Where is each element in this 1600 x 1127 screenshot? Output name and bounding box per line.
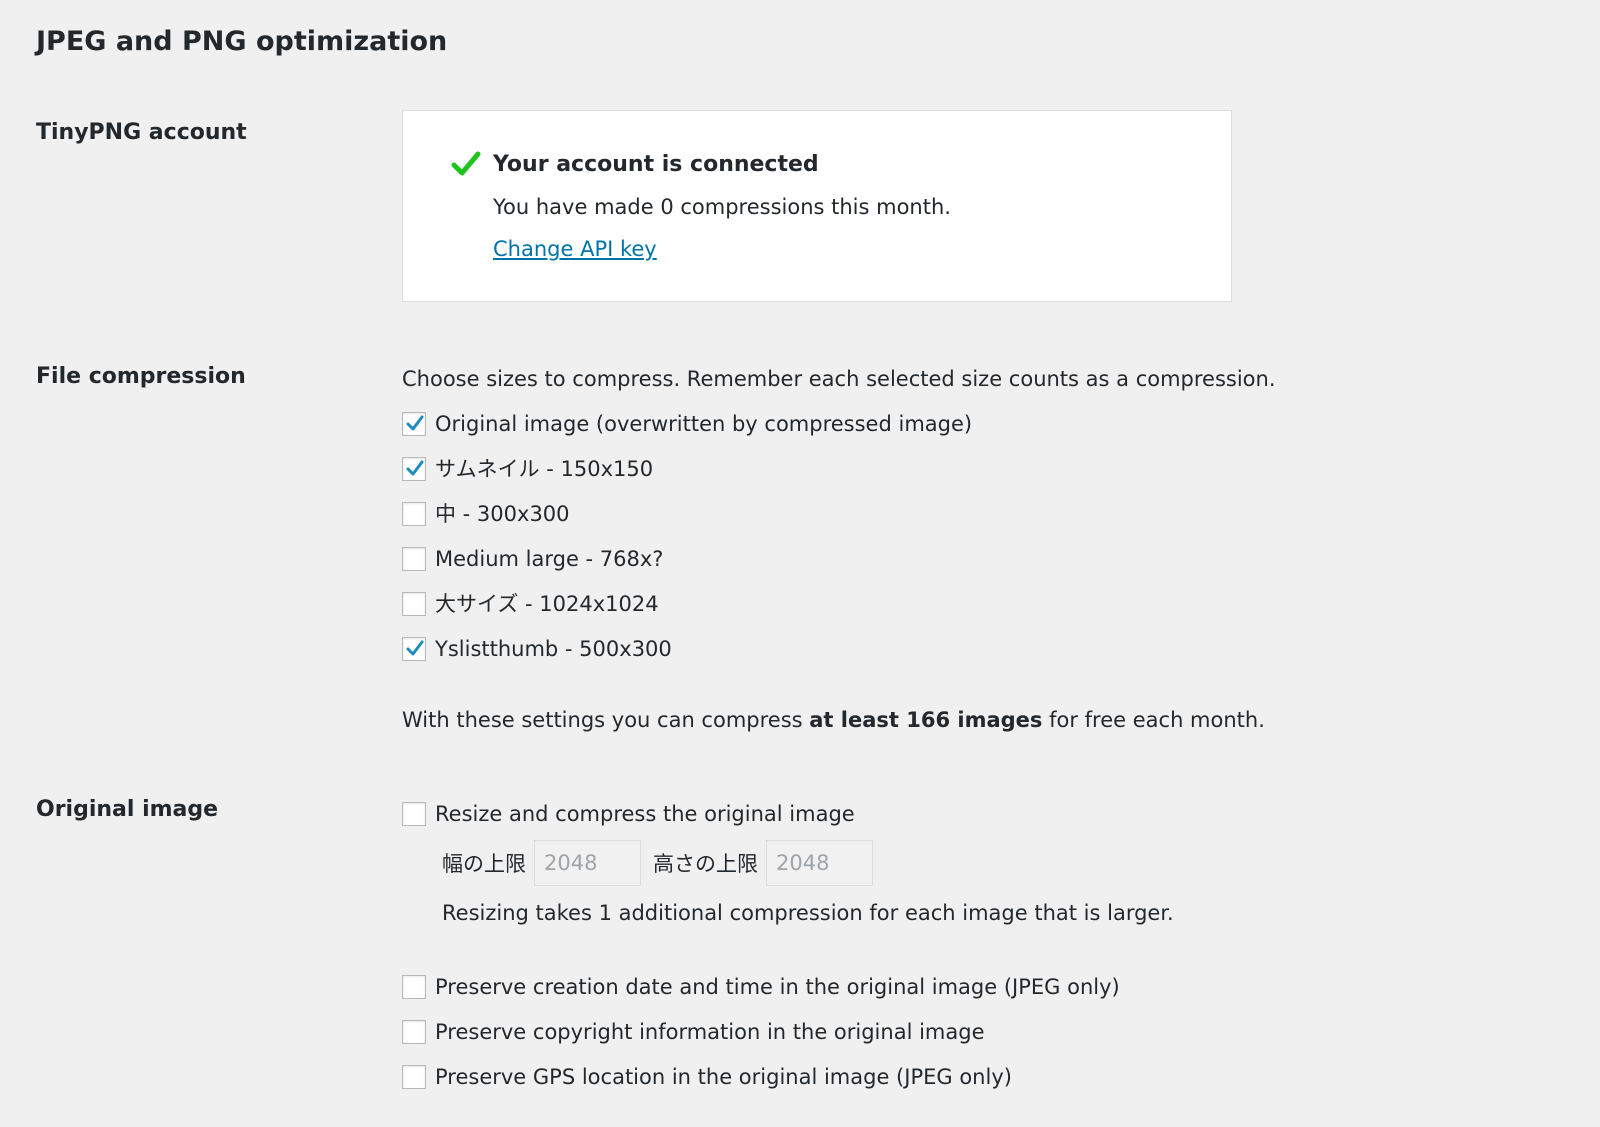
compression-summary: With these settings you can compress at … bbox=[402, 705, 1265, 735]
size-option-original[interactable]: Original image (overwritten by compresse… bbox=[402, 409, 972, 439]
size-option-label: サムネイル - 150x150 bbox=[435, 457, 654, 481]
resize-original-option[interactable]: Resize and compress the original image bbox=[402, 799, 855, 829]
max-height-input[interactable] bbox=[766, 840, 873, 886]
size-option-label: Medium large - 768x? bbox=[435, 547, 664, 571]
size-checkbox[interactable] bbox=[402, 637, 426, 661]
max-height-label: 高さの上限 bbox=[653, 852, 758, 876]
change-api-key-link[interactable]: Change API key bbox=[493, 234, 657, 264]
summary-suffix: for free each month. bbox=[1042, 708, 1265, 732]
size-option-label: Original image (overwritten by compresse… bbox=[435, 412, 973, 436]
size-checkbox[interactable] bbox=[402, 502, 426, 526]
account-status-box: Your account is connected You have made … bbox=[402, 110, 1232, 302]
settings-page: JPEG and PNG optimization TinyPNG accoun… bbox=[0, 0, 1600, 1127]
preserve-option-label: Preserve copyright information in the or… bbox=[435, 1020, 985, 1044]
preserve-gps-option[interactable]: Preserve GPS location in the original im… bbox=[402, 1062, 1012, 1092]
preserve-checkbox[interactable] bbox=[402, 975, 426, 999]
summary-prefix: With these settings you can compress bbox=[402, 708, 810, 732]
account-status-text: Your account is connected bbox=[493, 152, 819, 177]
size-option-medium[interactable]: 中 - 300x300 bbox=[402, 499, 570, 529]
max-width-input[interactable] bbox=[534, 840, 641, 886]
size-checkbox[interactable] bbox=[402, 412, 426, 436]
compression-intro: Choose sizes to compress. Remember each … bbox=[402, 367, 1276, 391]
resize-option-label: Resize and compress the original image bbox=[435, 802, 855, 826]
resize-dimensions: 幅の上限 高さの上限 bbox=[442, 840, 885, 886]
checkbox-tick-icon bbox=[406, 640, 424, 656]
preserve-checkbox[interactable] bbox=[402, 1065, 426, 1089]
original-image-row-label: Original image bbox=[36, 797, 219, 822]
resize-checkbox[interactable] bbox=[402, 802, 426, 826]
preserve-checkbox[interactable] bbox=[402, 1020, 426, 1044]
size-option-large[interactable]: 大サイズ - 1024x1024 bbox=[402, 589, 659, 619]
size-checkbox[interactable] bbox=[402, 457, 426, 481]
size-option-thumbnail[interactable]: サムネイル - 150x150 bbox=[402, 454, 653, 484]
size-checkbox[interactable] bbox=[402, 547, 426, 571]
size-option-label: 大サイズ - 1024x1024 bbox=[435, 592, 659, 616]
preserve-creation-date-option[interactable]: Preserve creation date and time in the o… bbox=[402, 972, 1120, 1002]
checkbox-tick-icon bbox=[406, 460, 424, 476]
summary-highlight: at least 166 images bbox=[809, 708, 1043, 732]
size-option-medium-large[interactable]: Medium large - 768x? bbox=[402, 544, 663, 574]
resize-note: Resizing takes 1 additional compression … bbox=[442, 901, 1174, 925]
size-option-label: 中 - 300x300 bbox=[435, 502, 570, 526]
account-row-label: TinyPNG account bbox=[36, 120, 247, 145]
max-width-label: 幅の上限 bbox=[442, 852, 526, 876]
size-option-yslistthumb[interactable]: Yslistthumb - 500x300 bbox=[402, 634, 672, 664]
checkbox-tick-icon bbox=[406, 415, 424, 431]
size-checkbox[interactable] bbox=[402, 592, 426, 616]
preserve-option-label: Preserve creation date and time in the o… bbox=[435, 975, 1120, 999]
checkmark-icon bbox=[451, 151, 481, 176]
account-usage-text: You have made 0 compressions this month. bbox=[493, 195, 951, 219]
size-option-label: Yslistthumb - 500x300 bbox=[435, 637, 672, 661]
compression-row-label: File compression bbox=[36, 364, 246, 389]
preserve-option-label: Preserve GPS location in the original im… bbox=[435, 1065, 1012, 1089]
preserve-copyright-option[interactable]: Preserve copyright information in the or… bbox=[402, 1017, 985, 1047]
page-title: JPEG and PNG optimization bbox=[36, 26, 448, 57]
